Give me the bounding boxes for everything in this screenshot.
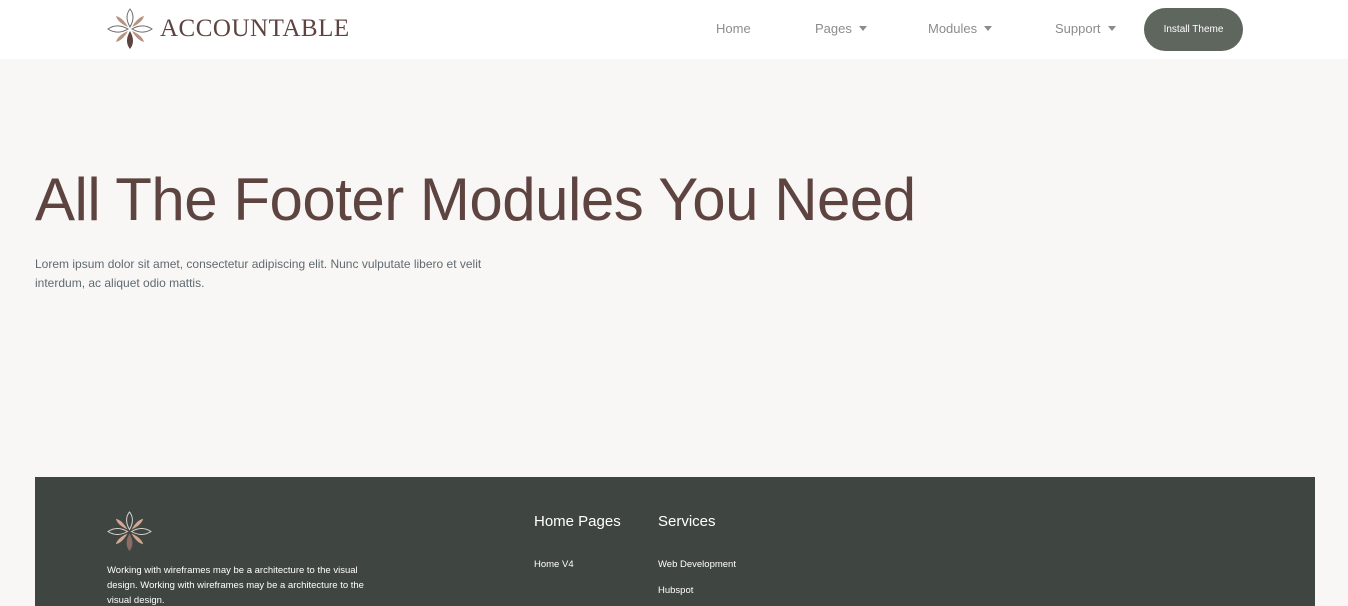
hero-description: Lorem ipsum dolor sit amet, consectetur … bbox=[35, 257, 482, 290]
nav-label: Modules bbox=[928, 21, 978, 36]
page-title: All The Footer Modules You Need bbox=[35, 166, 916, 233]
site-header: ACCOUNTABLE Home Pages Modules Support I… bbox=[0, 0, 1348, 59]
logo-text: ACCOUNTABLE bbox=[160, 15, 350, 42]
footer-link-web-development[interactable]: Web Development bbox=[658, 559, 736, 570]
site-footer: Working with wireframes may be a archite… bbox=[35, 477, 1315, 606]
nav-pages[interactable]: Pages bbox=[815, 21, 867, 36]
flower-logo-icon bbox=[107, 511, 152, 552]
footer-link-hubspot[interactable]: Hubspot bbox=[658, 585, 693, 596]
install-theme-button[interactable]: Install Theme bbox=[1144, 8, 1243, 51]
footer-description: Working with wireframes may be a archite… bbox=[107, 565, 364, 606]
nav-label: Home bbox=[716, 21, 751, 36]
caret-down-icon bbox=[858, 26, 867, 31]
nav-label: Pages bbox=[815, 21, 852, 36]
flower-logo-icon bbox=[107, 8, 153, 50]
footer-heading-home-pages: Home Pages bbox=[534, 513, 621, 530]
nav-support[interactable]: Support bbox=[1055, 21, 1116, 36]
footer-link-home-v4[interactable]: Home V4 bbox=[534, 559, 574, 570]
caret-down-icon bbox=[984, 26, 993, 31]
caret-down-icon bbox=[1107, 26, 1116, 31]
nav-modules[interactable]: Modules bbox=[928, 21, 993, 36]
nav-label: Support bbox=[1055, 21, 1101, 36]
footer-heading-services: Services bbox=[658, 513, 716, 530]
nav-home[interactable]: Home bbox=[716, 21, 751, 36]
logo-link[interactable]: ACCOUNTABLE bbox=[107, 8, 350, 50]
